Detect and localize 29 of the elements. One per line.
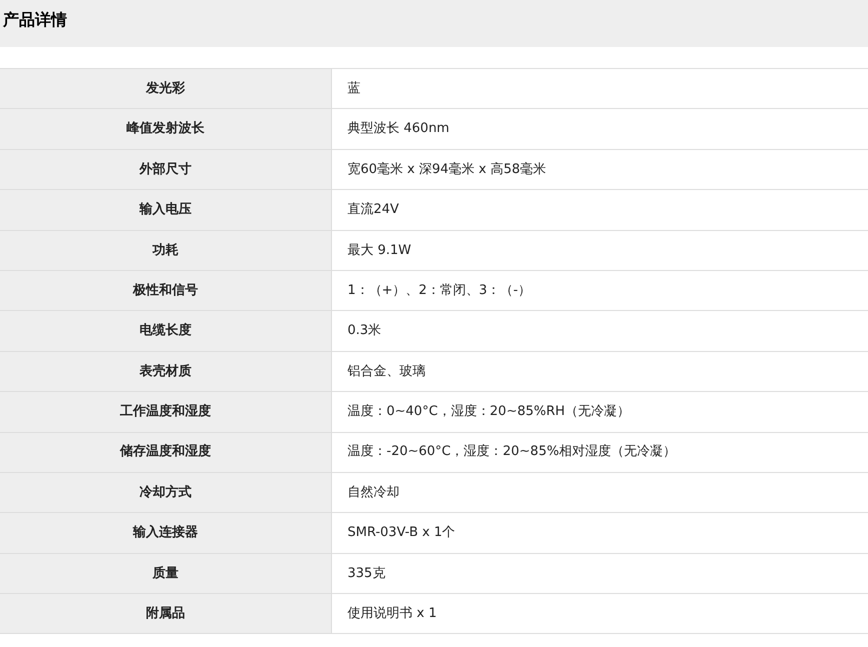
spec-value: 直流24V [331, 190, 868, 230]
spec-label: 极性和信号 [0, 270, 331, 311]
spec-value: 使用说明书 x 1 [331, 594, 868, 634]
spec-label: 电缆长度 [0, 310, 331, 352]
spec-value: 宽60毫米 x 深94毫米 x 高58毫米 [331, 149, 868, 190]
spec-label: 工作温度和湿度 [0, 392, 331, 432]
spec-value: SMR-03V-B x 1个 [331, 512, 868, 554]
spec-label: 储存温度和湿度 [0, 432, 331, 472]
spec-label: 输入电压 [0, 190, 331, 230]
spec-value: 335克 [331, 553, 868, 594]
spec-label: 质量 [0, 553, 331, 594]
spec-value: 1：（+）、2：常闭、3：（-） [331, 270, 868, 311]
spec-label: 冷却方式 [0, 472, 331, 513]
spec-label: 峰值发射波长 [0, 108, 331, 150]
spec-value: 铝合金、玻璃 [331, 351, 868, 392]
spec-label: 外部尺寸 [0, 149, 331, 190]
spec-value: 自然冷却 [331, 472, 868, 513]
spec-label: 表壳材质 [0, 351, 331, 392]
section-title: 产品详情 [3, 9, 67, 31]
spec-value: 0.3米 [331, 310, 868, 352]
spec-value: 温度：-20~60°C，湿度：20~85%相对湿度（无冷凝） [331, 432, 868, 472]
spec-label: 附属品 [0, 594, 331, 634]
spec-label: 发光彩 [0, 68, 331, 109]
spec-value: 典型波长 460nm [331, 108, 868, 150]
spec-value: 最大 9.1W [331, 230, 868, 270]
spec-label: 输入连接器 [0, 512, 331, 554]
spec-value: 蓝 [331, 68, 868, 109]
spec-value: 温度：0~40°C，湿度：20~85%RH（无冷凝） [331, 392, 868, 432]
spec-label: 功耗 [0, 230, 331, 270]
